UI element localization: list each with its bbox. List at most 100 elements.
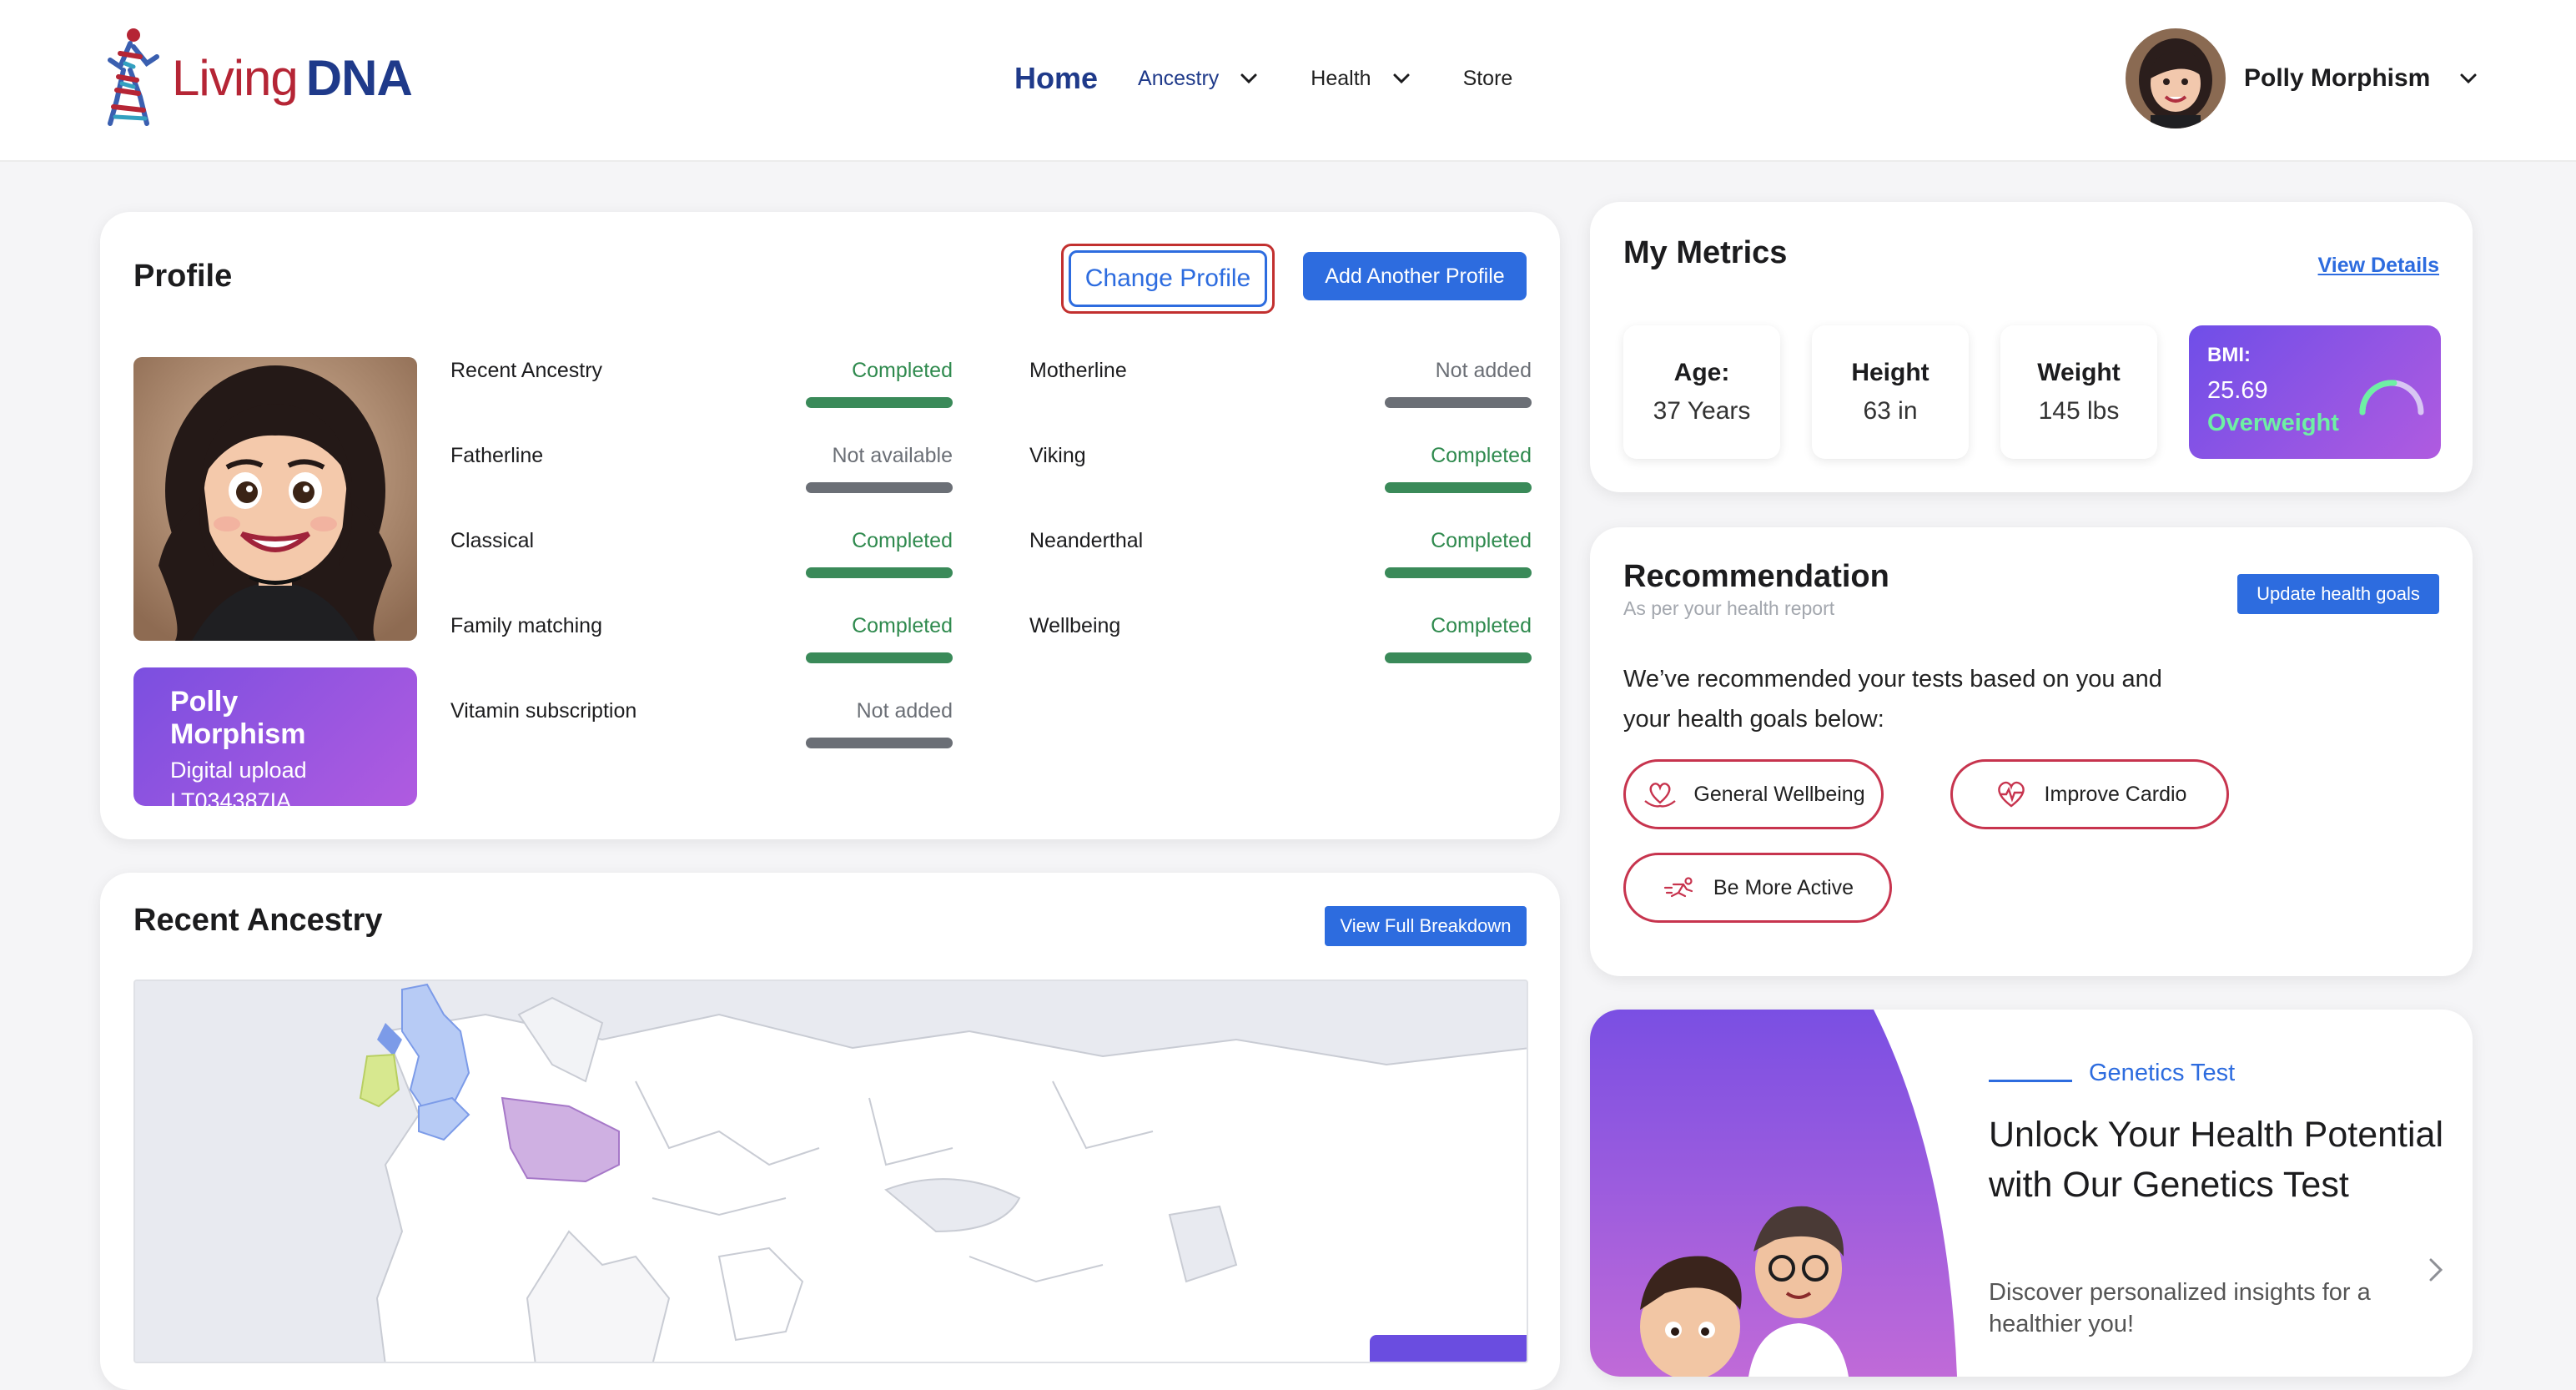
test-status-bar [1385,652,1532,663]
user-name: Polly Morphism [2244,64,2431,92]
test-status-row: Classical Completed [450,529,953,587]
profile-name-card: Polly Morphism Digital upload LT034387IA [133,667,417,813]
test-status: Completed [1431,614,1532,637]
metric-bmi: BMI: 25.69 Overweight [2189,325,2441,459]
change-profile-button-focus-ring: Change Profile [1061,244,1275,314]
test-status: Completed [1431,529,1532,552]
test-status-row: Neanderthal Completed [1029,529,1532,587]
test-status-row: Viking Completed [1029,444,1532,502]
test-name: Neanderthal [1029,529,1144,552]
profile-kit-id: LT034387IA [170,788,292,813]
test-name: Recent Ancestry [450,359,603,382]
view-full-breakdown-button[interactable]: View Full Breakdown [1325,906,1527,946]
test-status-row: Fatherline Not available [450,444,953,502]
profile-title: Profile [133,259,233,294]
goal-improve-cardio[interactable]: Improve Cardio [1950,759,2229,829]
living-dna-logo[interactable]: Living DNA [97,27,413,130]
test-status-bar [806,738,953,748]
test-name: Fatherline [450,444,544,467]
goal-label: General Wellbeing [1693,782,1865,806]
nav-health-dropdown[interactable]: Health [1311,67,1411,91]
metric-age-value: 37 Years [1653,397,1751,425]
recommendation-card: Recommendation As per your health report… [1590,527,2473,976]
test-status: Completed [852,614,953,637]
metric-age-label: Age: [1673,359,1730,386]
recent-ancestry-title: Recent Ancestry [133,903,383,938]
bmi-gauge-icon [2359,380,2424,415]
goal-be-more-active[interactable]: Be More Active [1623,853,1892,923]
nav-store-link[interactable]: Store [1463,67,1513,91]
user-menu[interactable]: Polly Morphism [2126,28,2478,128]
running-icon [1663,877,1693,898]
test-status-row: Family matching Completed [450,614,953,672]
europe-map-image [135,981,1527,1362]
profile-card: Profile Change Profile Add Another Profi… [100,212,1560,839]
test-name: Motherline [1029,359,1127,382]
metric-weight: Weight 145 lbs [2000,325,2157,459]
logo-wordmark: Living DNA [172,50,413,106]
chevron-right-icon[interactable] [2424,1255,2448,1285]
metric-weight-value: 145 lbs [2038,397,2120,425]
test-name: Vitamin subscription [450,699,637,723]
promo-description: Discover personalized insights for a hea… [1989,1279,2371,1337]
test-status-row: Recent Ancestry Completed [450,359,953,417]
recommendation-text: We’ve recommended your tests based on yo… [1623,666,2162,733]
bmi-label: BMI: [2207,344,2251,366]
living-dna-logo-icon [108,28,159,126]
test-status-row: Wellbeing Completed [1029,614,1532,672]
test-name: Wellbeing [1029,614,1121,637]
profile-name: Polly Morphism [170,686,306,750]
nav-ancestry-dropdown[interactable]: Ancestry [1138,67,1259,91]
view-details-link[interactable]: View Details [2318,254,2439,278]
metric-weight-label: Weight [2037,359,2121,386]
ancestry-map[interactable] [133,980,1528,1363]
goal-label: Improve Cardio [2044,782,2187,806]
test-status-bar [1385,567,1532,578]
test-status: Completed [852,359,953,382]
profile-photo [133,357,417,641]
logo-dna-text: DNA [305,50,413,106]
nav-ancestry-label: Ancestry [1138,66,1220,90]
avatar[interactable] [2126,28,2226,128]
add-another-profile-button[interactable]: Add Another Profile [1303,252,1527,300]
test-status-bar [806,567,953,578]
promo-illustration [1590,1010,1957,1377]
chevron-down-icon [2460,73,2477,84]
test-status-row: Vitamin subscription Not added [450,699,953,758]
test-status-bar [806,652,953,663]
test-status-bar [806,397,953,408]
my-metrics-card: My Metrics View Details Age: 37 Years He… [1590,202,2473,492]
test-status-bar [1385,482,1532,493]
recommendation-title: Recommendation [1623,559,1889,594]
update-health-goals-button[interactable]: Update health goals [2237,574,2439,614]
chevron-down-icon [1240,73,1257,84]
promo-tag-underline [1989,1080,2072,1082]
test-status: Not added [856,699,953,723]
main-nav: Home Ancestry Health Store [1014,52,1564,105]
recommendation-subtitle: As per your health report [1623,597,1835,619]
goal-general-wellbeing[interactable]: General Wellbeing [1623,759,1884,829]
test-status-bar [806,482,953,493]
change-profile-button[interactable]: Change Profile [1069,250,1267,307]
test-status-bar [1385,397,1532,408]
nav-health-label: Health [1311,66,1371,90]
my-metrics-title: My Metrics [1623,235,1788,270]
test-status: Not available [832,444,953,467]
goal-label: Be More Active [1713,875,1854,899]
test-status: Completed [1431,444,1532,467]
test-status-row: Motherline Not added [1029,359,1532,417]
promo-tag: Genetics Test [2089,1060,2236,1086]
profile-upload-type: Digital upload [170,758,307,783]
chevron-down-icon [1393,73,1410,84]
top-navigation-bar: Living DNA Home Ancestry Health Store Po… [0,0,2576,162]
metric-age: Age: 37 Years [1623,325,1780,459]
test-name: Classical [450,529,535,552]
nav-home-link[interactable]: Home [1014,61,1098,96]
metric-height-label: Height [1851,359,1929,386]
test-status: Not added [1435,359,1532,382]
logo-living-text: Living [172,50,299,106]
heart-hands-icon [1644,783,1677,808]
genetics-test-promo-card: Genetics Test Unlock Your Health Potenti… [1590,1010,2473,1377]
metric-height-value: 63 in [1863,397,1918,425]
test-name: Viking [1029,444,1086,467]
